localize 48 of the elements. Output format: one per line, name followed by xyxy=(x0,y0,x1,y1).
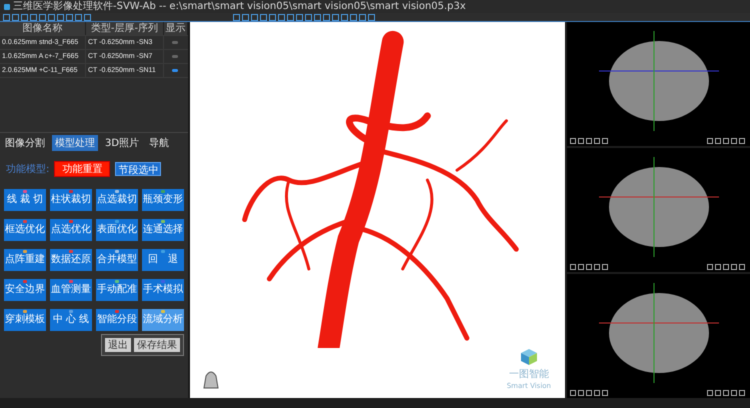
tool-button[interactable]: 手动配准 xyxy=(96,279,138,301)
view-tool-icons[interactable] xyxy=(570,138,610,144)
visibility-toggle[interactable] xyxy=(172,69,178,72)
tab[interactable]: 模型处理 xyxy=(52,135,98,151)
tool-button[interactable]: 瓶颈变形 xyxy=(142,189,184,211)
tab[interactable]: 3D照片 xyxy=(102,135,142,151)
tool-button[interactable]: 回 退 xyxy=(142,249,184,271)
tool-button[interactable]: 点选裁切 xyxy=(96,189,138,211)
reset-button[interactable]: 功能重置 xyxy=(54,161,110,177)
column-header: 类型-层厚-序列 xyxy=(86,22,164,35)
app-icon xyxy=(4,4,10,10)
ct-viewport[interactable] xyxy=(567,148,750,272)
tool-button[interactable]: 智能分段 xyxy=(96,309,138,331)
function-label: 功能模型: xyxy=(6,162,50,176)
tab[interactable]: 图像分割 xyxy=(2,135,48,151)
popup-button[interactable]: 保存结果 xyxy=(134,338,180,352)
tool-button[interactable]: 安全边界 xyxy=(4,279,46,301)
tool-button[interactable]: 表面优化 xyxy=(96,219,138,241)
column-header: 显示 xyxy=(164,22,188,35)
window-title: 三维医学影像处理软件-SVW-Ab -- e:\smart\smart vision05\smart vision05\smart vision05.p3x xyxy=(13,0,466,12)
view-tool-icons[interactable] xyxy=(570,264,610,270)
view-tool-icons[interactable] xyxy=(570,390,610,396)
tool-button[interactable]: 框选优化 xyxy=(4,219,46,241)
tool-button[interactable]: 柱状裁切 xyxy=(50,189,92,211)
tool-button[interactable]: 线 裁 切 xyxy=(4,189,46,211)
tool-button[interactable]: 点阵重建 xyxy=(4,249,46,271)
tool-button[interactable]: 中 心 线 xyxy=(50,309,92,331)
tool-button[interactable]: 血管测量 xyxy=(50,279,92,301)
ct-viewport[interactable] xyxy=(567,274,750,398)
cube-logo-icon xyxy=(520,348,538,366)
tool-button[interactable]: 手术模拟 xyxy=(142,279,184,301)
visibility-toggle[interactable] xyxy=(172,41,178,44)
tool-button[interactable]: 连通选择 xyxy=(142,219,184,241)
ct-viewport[interactable] xyxy=(567,22,750,146)
tool-button[interactable]: 穿刺模板 xyxy=(4,309,46,331)
visibility-toggle[interactable] xyxy=(172,55,178,58)
popup-button[interactable]: 退出 xyxy=(105,338,131,352)
view-tool-icons[interactable] xyxy=(707,390,747,396)
tool-button[interactable]: 数据还原 xyxy=(50,249,92,271)
tool-button[interactable]: 流域分析 xyxy=(142,309,184,331)
tab[interactable]: 导航 xyxy=(146,135,172,151)
column-header: 图像名称 xyxy=(0,22,86,35)
view-tool-icons[interactable] xyxy=(707,138,747,144)
select-button[interactable]: 节段选中 xyxy=(115,162,162,176)
view-tool-icons[interactable] xyxy=(707,264,747,270)
logo-text: 一图智能 xyxy=(508,368,549,381)
tool-button[interactable]: 合并模型 xyxy=(96,249,138,271)
tool-button[interactable]: 点选优化 xyxy=(50,219,92,241)
